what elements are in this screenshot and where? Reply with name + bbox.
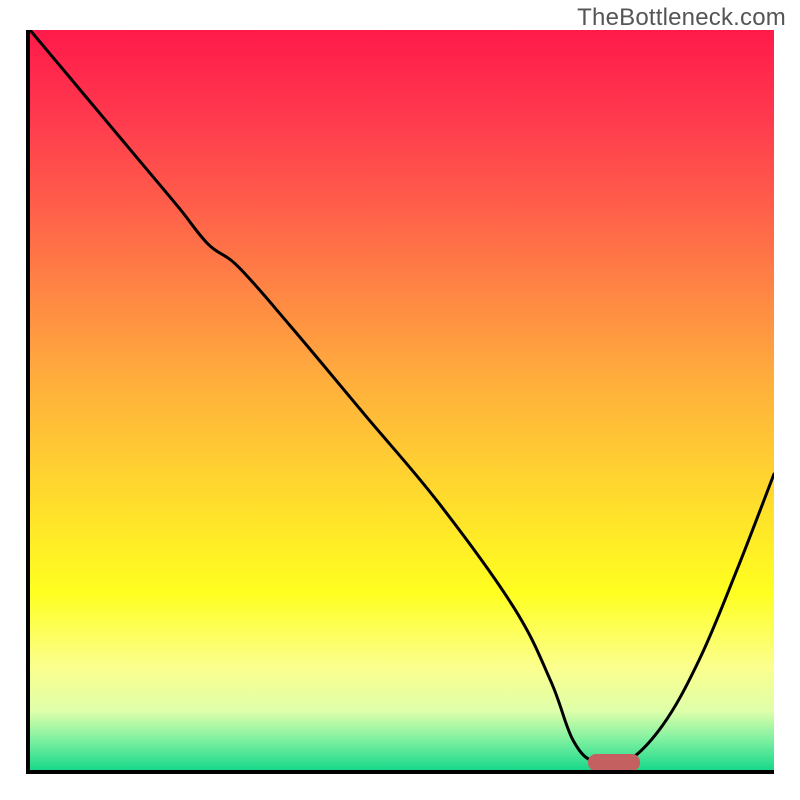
watermark-label: TheBottleneck.com bbox=[577, 4, 786, 32]
chart-curve bbox=[30, 30, 774, 770]
chart-minimum-marker bbox=[588, 754, 640, 770]
chart-plot-area bbox=[26, 30, 774, 774]
